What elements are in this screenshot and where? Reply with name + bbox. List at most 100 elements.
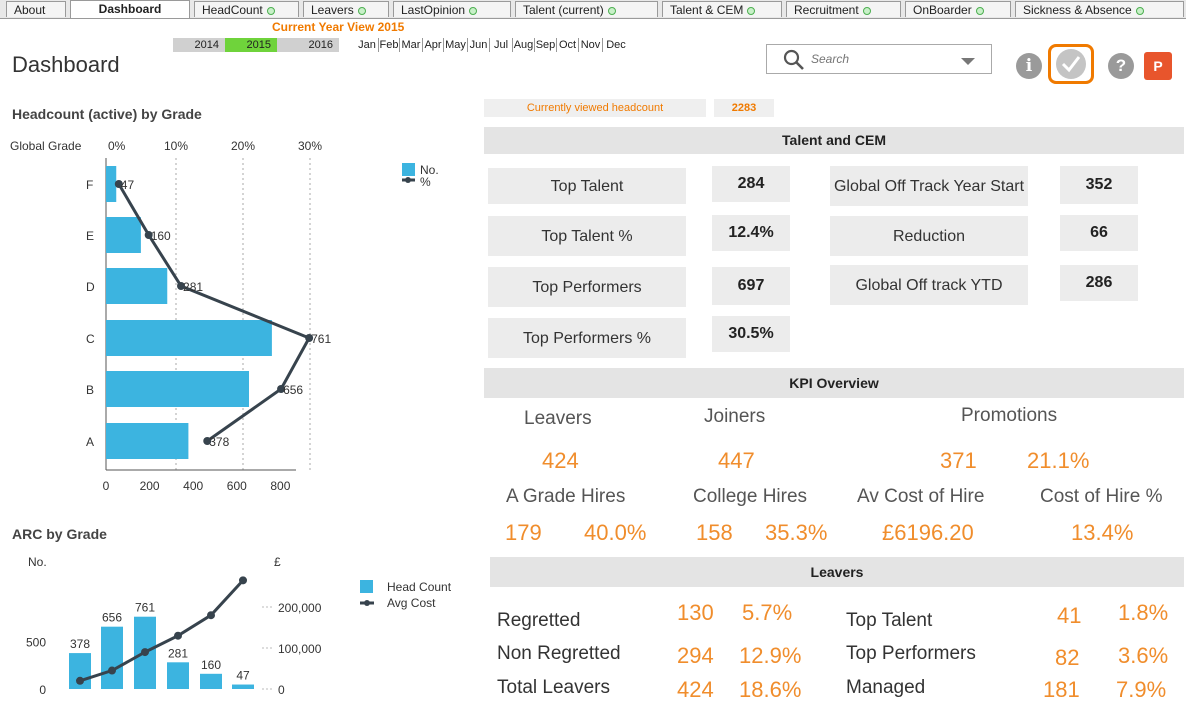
bar <box>101 626 123 689</box>
tab-label: Talent (current) <box>523 3 604 17</box>
month-apr[interactable]: Apr <box>422 38 443 52</box>
tab-lastopinion[interactable]: LastOpinion <box>393 1 511 17</box>
avg-cost-point <box>174 631 182 640</box>
headcount-chart-title: Headcount (active) by Grade <box>12 106 202 122</box>
left-tick-label: 500 <box>26 636 46 650</box>
leavers-top-performers-value: 82 <box>1055 645 1080 670</box>
month-nov[interactable]: Nov <box>578 38 602 52</box>
sheet-tab-bar: About Dashboard HeadCount Leavers LastOp… <box>0 0 1186 19</box>
grade-label: C <box>86 332 95 346</box>
grade-label: B <box>86 383 94 397</box>
current-year-view-label: Current Year View 2015 <box>272 20 405 34</box>
year-2014[interactable]: 2014 <box>173 38 225 52</box>
month-sep[interactable]: Sep <box>534 38 556 52</box>
x-tick-label: 0 <box>103 479 110 493</box>
month-oct[interactable]: Oct <box>556 38 578 52</box>
tab-onboarder[interactable]: OnBoarder <box>905 1 1011 17</box>
leavers-top-performers-label: Top Performers <box>846 643 976 664</box>
kpi-cost-of-hire-pct-label: Cost of Hire % <box>1040 486 1163 507</box>
off-track-ytd-label: Global Off track YTD <box>830 265 1028 305</box>
legend-marker <box>364 600 370 606</box>
data-label: 47 <box>121 178 135 192</box>
bar <box>106 166 117 202</box>
tab-recruitment[interactable]: Recruitment <box>786 1 901 17</box>
status-dot-icon <box>975 6 984 15</box>
data-label: 281 <box>168 646 188 660</box>
data-label: 160 <box>151 229 171 243</box>
month-aug[interactable]: Aug <box>512 38 534 52</box>
status-dot-icon <box>1135 6 1144 15</box>
kpi-college-hires-pct: 35.3% <box>765 520 828 545</box>
tab-headcount[interactable]: HeadCount <box>194 1 299 17</box>
tab-talent-cem[interactable]: Talent & CEM <box>662 1 782 17</box>
bar <box>106 371 250 407</box>
bar <box>106 268 168 304</box>
status-dot-icon <box>266 6 275 15</box>
grade-label: E <box>86 229 94 243</box>
month-may[interactable]: May <box>443 38 467 52</box>
tab-dashboard[interactable]: Dashboard <box>70 0 190 18</box>
month-feb[interactable]: Feb <box>378 38 399 52</box>
tab-label: Dashboard <box>98 2 162 16</box>
tab-sickness-absence[interactable]: Sickness & Absence <box>1015 1 1184 17</box>
data-label: 656 <box>283 383 303 397</box>
data-label: 160 <box>201 658 221 672</box>
month-dec[interactable]: Dec <box>602 38 629 52</box>
headcount-by-grade-chart: Global Grade 0% 10% 20% 30% F E D C B A 47 160 281 761… <box>10 139 439 493</box>
powerpoint-icon[interactable]: P <box>1144 52 1172 80</box>
tab-about[interactable]: About <box>6 1 66 17</box>
pct-tick-label: 30% <box>298 139 322 153</box>
month-jun[interactable]: Jun <box>467 38 489 52</box>
status-dot-icon <box>469 6 478 15</box>
left-axis-label: No. <box>28 555 47 569</box>
bar <box>106 320 272 356</box>
tab-label: OnBoarder <box>913 3 972 17</box>
avg-cost-point <box>239 576 247 585</box>
chevron-down-icon[interactable] <box>961 56 975 66</box>
year-label: 2015 <box>246 39 271 51</box>
kpi-a-grade-hires-value: 179 <box>505 520 542 545</box>
data-label: 656 <box>102 611 122 625</box>
help-icon[interactable]: ? <box>1108 53 1134 79</box>
year-2016[interactable]: 2016 <box>277 38 339 52</box>
data-label: 378 <box>209 435 229 449</box>
right-axis-label: £ <box>274 555 281 569</box>
tab-label: LastOpinion <box>401 3 466 17</box>
tab-talent-current[interactable]: Talent (current) <box>515 1 658 17</box>
off-track-year-start-label: Global Off Track Year Start <box>830 166 1028 206</box>
tab-label: HeadCount <box>202 3 263 17</box>
search-input[interactable] <box>809 51 953 67</box>
clear-selections-button[interactable] <box>1048 44 1094 84</box>
arc-chart-title: ARC by Grade <box>12 526 107 542</box>
kpi-promotions-label: Promotions <box>961 405 1058 426</box>
kpi-leavers-label: Leavers <box>524 408 592 429</box>
bar <box>232 684 254 689</box>
legend-label: Head Count <box>387 580 452 594</box>
search-box[interactable] <box>766 44 992 74</box>
kpi-a-grade-hires-pct: 40.0% <box>584 520 647 545</box>
year-2015[interactable]: 2015 <box>225 38 277 52</box>
off-track-ytd-value: 286 <box>1060 265 1138 301</box>
info-icon[interactable]: i <box>1016 53 1042 79</box>
month-mar[interactable]: Mar <box>399 38 422 52</box>
kpi-av-cost-of-hire-label: Av Cost of Hire <box>857 486 985 507</box>
month-jan[interactable]: Jan <box>356 38 378 52</box>
month-jul[interactable]: Jul <box>489 38 512 52</box>
leavers-managed-label: Managed <box>846 677 926 698</box>
leavers-managed-value: 181 <box>1043 677 1080 702</box>
tab-label: Recruitment <box>794 3 859 17</box>
global-grade-axis-label: Global Grade <box>10 139 82 153</box>
kpi-college-hires-value: 158 <box>696 520 733 545</box>
kpi-promotions-pct: 21.1% <box>1027 448 1090 473</box>
status-dot-icon <box>862 6 871 15</box>
data-label: 761 <box>135 601 155 615</box>
tab-label: Talent & CEM <box>670 3 744 17</box>
regretted-label: Regretted <box>497 610 581 631</box>
legend-marker <box>405 177 411 183</box>
tab-leavers[interactable]: Leavers <box>303 1 389 17</box>
avg-cost-point <box>141 648 149 657</box>
status-dot-icon <box>357 6 366 15</box>
pct-tick-label: 10% <box>164 139 188 153</box>
avg-cost-point <box>207 611 215 620</box>
top-performers-value: 697 <box>712 267 790 305</box>
